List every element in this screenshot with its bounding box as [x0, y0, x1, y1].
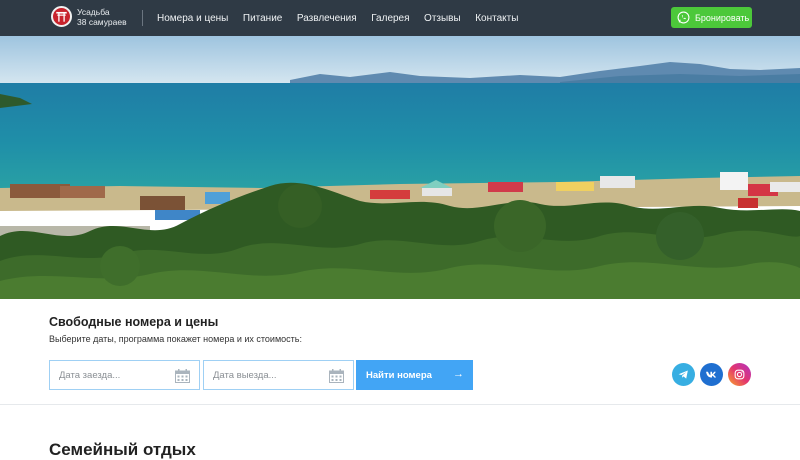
whatsapp-icon: [677, 11, 690, 24]
nav-rooms[interactable]: Номера и цены: [157, 13, 228, 24]
hero-image: [0, 36, 800, 299]
availability-search: Свободные номера и цены Выберите даты, п…: [0, 299, 800, 405]
checkout-field[interactable]: [203, 360, 354, 390]
find-rooms-button[interactable]: Найти номера →: [356, 360, 473, 390]
arrow-right-icon: →: [453, 368, 464, 380]
hero-landscape-illustration: [0, 36, 800, 299]
calendar-icon[interactable]: [329, 369, 344, 383]
torii-icon: [56, 11, 67, 22]
vk-glyph: [706, 371, 717, 378]
nav-gallery[interactable]: Галерея: [371, 13, 409, 24]
calendar-icon[interactable]: [175, 369, 190, 383]
telegram-icon[interactable]: [672, 363, 695, 386]
book-button[interactable]: Бронировать: [671, 7, 752, 28]
search-subtitle: Выберите даты, программа покажет номера …: [49, 334, 302, 344]
section-title-family: Семейный отдых: [49, 440, 196, 459]
nav-entertainment[interactable]: Развлечения: [297, 13, 357, 24]
find-rooms-label: Найти номера: [366, 369, 432, 381]
telegram-glyph: [678, 370, 688, 379]
site-header: Усадьба 38 самураев Номера и цены Питани…: [0, 0, 800, 36]
logo-icon[interactable]: [51, 6, 72, 27]
checkout-input[interactable]: [213, 361, 323, 389]
search-title: Свободные номера и цены: [49, 315, 219, 329]
instagram-icon[interactable]: [728, 363, 751, 386]
nav-reviews[interactable]: Отзывы: [424, 13, 461, 24]
nav-contacts[interactable]: Контакты: [475, 13, 518, 24]
header-divider: [142, 10, 143, 26]
vk-icon[interactable]: [700, 363, 723, 386]
brand-name[interactable]: Усадьба 38 самураев: [77, 7, 127, 27]
book-button-label: Бронировать: [695, 12, 750, 23]
nav-food[interactable]: Питание: [243, 13, 282, 24]
main-nav: Номера и цены Питание Развлечения Галере…: [157, 0, 533, 36]
checkin-field[interactable]: [49, 360, 200, 390]
instagram-glyph: [734, 369, 745, 380]
checkin-input[interactable]: [59, 361, 169, 389]
brand-line-1: Усадьба: [77, 7, 110, 17]
brand-line-2: 38 самураев: [77, 17, 127, 27]
